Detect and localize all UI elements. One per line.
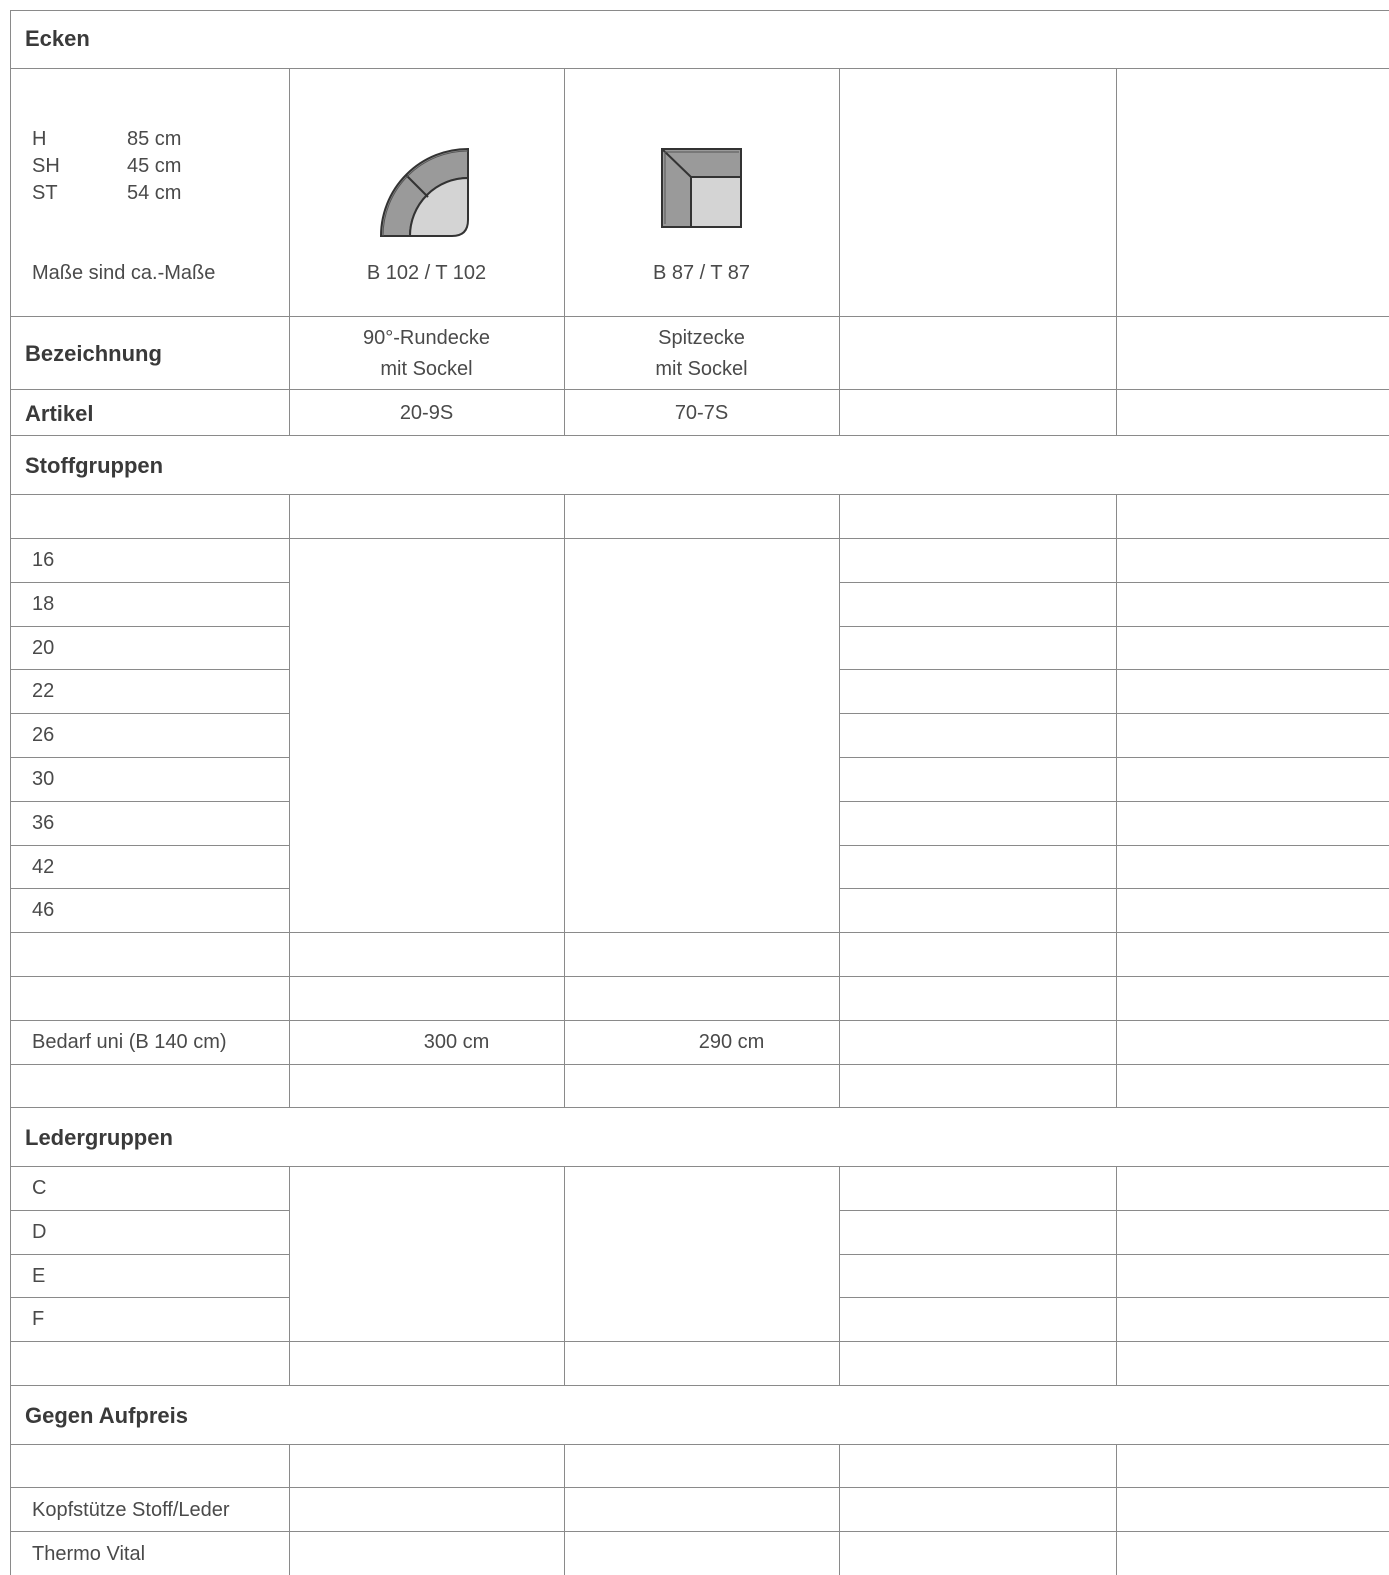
col-divider	[1116, 1166, 1117, 1385]
fabric-need-label: Bedarf uni (B 140 cm)	[32, 1031, 227, 1053]
fabric-group-label: 20	[32, 636, 55, 659]
product-name-line1: Spitzecke	[658, 327, 745, 349]
fabric-group-label: 22	[32, 680, 55, 703]
extra-item: Thermo Vital	[32, 1543, 146, 1565]
row-divider	[10, 1297, 289, 1298]
row-divider	[10, 538, 1389, 539]
dimension-row-height: H 85 cm	[32, 128, 181, 151]
row-divider	[839, 669, 1389, 670]
col-divider	[564, 1444, 565, 1575]
article-label: Artikel	[25, 401, 94, 426]
col-divider	[1116, 494, 1117, 1107]
col-divider	[839, 68, 840, 435]
row-divider	[839, 582, 1389, 583]
row-divider	[839, 1210, 1389, 1211]
dimension-label: H	[32, 128, 47, 150]
product-size-round-corner: B 102 / T 102	[366, 262, 487, 284]
leather-group-label: F	[32, 1308, 45, 1331]
row-divider	[10, 1107, 1389, 1108]
col-divider	[1116, 1444, 1117, 1575]
row-divider	[10, 582, 289, 583]
round-corner-sofa-icon	[380, 148, 469, 237]
fabric-group-label: 26	[32, 724, 55, 747]
row-divider	[839, 713, 1389, 714]
row-divider	[10, 888, 289, 889]
leather-group-label: C	[32, 1177, 47, 1199]
product-name-line2: mit Sockel	[655, 358, 748, 380]
table-border-top	[10, 10, 1389, 11]
section-title-extras: Gegen Aufpreis	[25, 1403, 188, 1428]
row-divider	[10, 435, 1389, 436]
leather-group-label: D	[32, 1220, 47, 1243]
product-table: Ecken H 85 cm SH 45 cm ST 54 cm Maße sind c…	[10, 10, 1389, 1575]
row-divider	[10, 1444, 1389, 1445]
row-divider	[10, 801, 289, 802]
designation-label: Bezeichnung	[25, 341, 162, 366]
row-divider	[10, 757, 289, 758]
fabric-need-value: 290 cm	[698, 1031, 765, 1053]
col-divider	[564, 494, 565, 1107]
dimension-label: ST	[32, 182, 58, 204]
product-size-square-corner: B 87 / T 87	[652, 262, 751, 284]
row-divider	[10, 1531, 1389, 1532]
fabric-group-label: 18	[32, 592, 55, 615]
fabric-group-label: 42	[32, 855, 55, 878]
row-divider	[10, 494, 1389, 495]
row-divider	[10, 1064, 1389, 1065]
row-divider	[10, 1487, 1389, 1488]
leather-group-label: E	[32, 1264, 46, 1287]
fabric-group-label: 46	[32, 899, 55, 922]
row-divider	[839, 888, 1389, 889]
row-divider	[10, 1254, 289, 1255]
row-divider	[10, 1020, 1389, 1021]
row-divider	[10, 389, 1389, 390]
article-number: 20-9S	[399, 402, 454, 424]
row-divider	[839, 626, 1389, 627]
product-name-line1: 90°-Rundecke	[363, 327, 490, 349]
section-title-leather: Ledergruppen	[25, 1125, 173, 1150]
dimension-value: 85 cm	[127, 128, 182, 150]
section-title-corners: Ecken	[25, 26, 90, 51]
row-divider	[10, 68, 1389, 69]
row-divider	[839, 1254, 1389, 1255]
row-divider	[839, 1297, 1389, 1298]
row-divider	[10, 669, 289, 670]
fabric-group-label: 30	[32, 768, 55, 790]
col-divider	[289, 1166, 290, 1385]
section-title-fabric: Stoffgruppen	[25, 453, 164, 478]
row-divider	[839, 801, 1389, 802]
col-divider	[1116, 68, 1117, 435]
row-divider	[10, 316, 1389, 317]
row-divider	[839, 845, 1389, 846]
dimensions-note: Maße sind ca.-Maße	[32, 262, 216, 284]
row-divider	[10, 1341, 1389, 1342]
row-divider	[10, 626, 289, 627]
col-divider	[289, 1444, 290, 1575]
row-divider	[10, 713, 289, 714]
fabric-need-value: 300 cm	[423, 1031, 490, 1053]
row-divider	[10, 1210, 289, 1211]
square-corner-sofa-icon	[661, 148, 742, 228]
row-divider	[10, 845, 289, 846]
dimension-label: SH	[32, 155, 60, 177]
col-divider	[839, 494, 840, 1107]
fabric-group-label: 36	[32, 811, 55, 834]
col-divider	[839, 1444, 840, 1575]
col-divider	[289, 494, 290, 1107]
product-name-line2: mit Sockel	[380, 358, 473, 380]
col-divider	[839, 1166, 840, 1385]
fabric-group-label: 16	[32, 549, 55, 571]
dimension-value: 54 cm	[127, 182, 182, 204]
row-divider	[10, 1166, 1389, 1167]
row-divider	[10, 1385, 1389, 1386]
dimension-row-seat-depth: ST 54 cm	[32, 182, 181, 205]
row-divider	[839, 757, 1389, 758]
extra-item: Kopfstütze Stoff/Leder	[32, 1499, 230, 1521]
row-divider	[10, 932, 1389, 933]
row-divider	[10, 976, 1389, 977]
col-divider	[564, 1166, 565, 1385]
article-number: 70-7S	[674, 402, 729, 424]
dimension-value: 45 cm	[127, 155, 182, 177]
dimension-row-seat-height: SH 45 cm	[32, 155, 181, 178]
